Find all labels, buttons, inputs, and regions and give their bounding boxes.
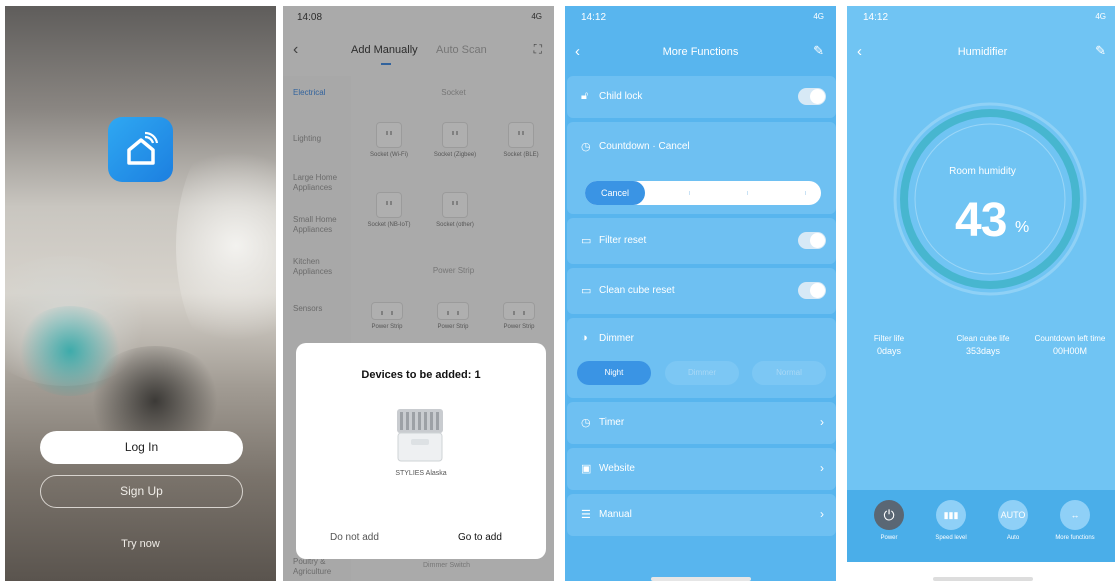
nav-bar: ‹ More Functions ✎ (565, 43, 836, 65)
more-functions-screen: 14:12 4G ‹ More Functions ✎ 🔓︎ Child loc… (565, 6, 836, 581)
page-title: More Functions (662, 46, 739, 58)
row-label: Website (599, 463, 635, 474)
dimmer-icon: ◑ (581, 332, 588, 344)
filter-reset-toggle[interactable] (798, 232, 826, 249)
status-time: 14:12 (581, 12, 607, 23)
filter-life-stat: Filter life 0days (849, 333, 929, 357)
child-lock-toggle[interactable] (798, 88, 826, 105)
auto-icon: AUTO (998, 500, 1028, 530)
stat-value: 0days (876, 346, 902, 356)
control-bar: ⏻ Power ▮▮▮ Speed level AUTO Auto ↔ More… (847, 490, 1115, 562)
app-logo (108, 117, 173, 182)
timer-row[interactable]: ◷ Timer › (567, 402, 836, 444)
status-signal: 4G (813, 12, 824, 21)
row-label: Countdown · Cancel (599, 141, 690, 152)
chevron-right-icon: › (820, 507, 824, 521)
stat-label: Filter life (873, 334, 905, 343)
control-label: Auto (1006, 535, 1020, 541)
reset-icon: ▭ (581, 285, 592, 297)
humidity-value: 43 (955, 194, 1007, 247)
status-time: 14:12 (863, 12, 889, 23)
humidifier-product-image (397, 409, 443, 462)
more-functions-button[interactable]: ↔ More functions (1045, 500, 1105, 541)
login-button[interactable]: Log In (40, 431, 243, 464)
dimmer-option-night[interactable]: Night (577, 361, 651, 385)
sheet-title: Devices to be added: 1 (361, 369, 481, 381)
stat-value: 00H00M (1052, 346, 1088, 356)
go-to-add-button[interactable]: Go to add (458, 532, 502, 543)
home-icon (126, 131, 158, 165)
website-icon: ▣ (581, 463, 592, 475)
clean-cube-reset-row: ▭ Clean cube reset (567, 268, 836, 314)
nav-bar: ‹ Humidifier ✎ (847, 43, 1115, 65)
home-indicator (650, 577, 751, 581)
reset-icon: ▭ (581, 235, 592, 247)
lock-icon: 🔓︎ (581, 90, 589, 102)
more-icon: ↔ (1060, 500, 1090, 530)
control-label: Power (880, 535, 898, 541)
row-label: Manual (599, 509, 632, 520)
home-indicator (932, 577, 1033, 581)
chevron-right-icon: › (820, 461, 824, 475)
humidity-unit: % (1015, 219, 1030, 236)
clean-cube-life-stat: Clean cube life 353days (943, 333, 1023, 357)
login-screen: Log In Sign Up Try now (5, 6, 276, 581)
auto-button[interactable]: AUTO Auto (983, 500, 1043, 541)
product-name: STYLIES Alaska (395, 470, 447, 477)
row-label: Filter reset (599, 235, 647, 246)
clean-cube-reset-toggle[interactable] (798, 282, 826, 299)
room-humidity-label: Room humidity (949, 166, 1016, 177)
stat-label: Clean cube life (956, 334, 1010, 343)
website-row[interactable]: ▣ Website › (567, 448, 836, 490)
status-signal: 4G (1095, 12, 1106, 21)
power-button[interactable]: ⏻ Power (859, 500, 919, 541)
power-icon: ⏻ (874, 500, 904, 530)
filter-reset-row: ▭ Filter reset (567, 218, 836, 264)
row-label: Child lock (599, 91, 643, 102)
app-screens-collage: Log In Sign Up Try now 14:08 4G ‹ Add Ma… (0, 0, 1115, 583)
manual-row[interactable]: ☰ Manual › (567, 494, 836, 536)
stat-label: Countdown left time (1034, 334, 1106, 343)
slider-tick (747, 191, 748, 195)
slider-knob[interactable]: Cancel (585, 181, 645, 205)
countdown-left-stat: Countdown left time 00H00M (1030, 333, 1110, 357)
dimmer-option-normal[interactable]: Normal (752, 361, 826, 385)
control-label: Speed level (935, 535, 967, 541)
background-photo (176, 126, 276, 366)
timer-icon: ◷ (581, 417, 591, 429)
countdown-state: Cancel (658, 141, 690, 152)
child-lock-row: 🔓︎ Child lock (567, 76, 836, 118)
control-label: More functions (1055, 535, 1095, 541)
speed-icon: ▮▮▮ (936, 500, 966, 530)
status-bar: 14:12 4G (847, 6, 1115, 28)
manual-icon: ☰ (581, 509, 591, 521)
edit-icon[interactable]: ✎ (1095, 43, 1106, 59)
try-now-link[interactable]: Try now (5, 538, 276, 550)
countdown-label: Countdown (599, 141, 650, 152)
slider-tick (689, 191, 690, 195)
row-label: Clean cube reset (599, 285, 675, 296)
status-bar: 14:12 4G (565, 6, 836, 28)
chevron-right-icon: › (820, 415, 824, 429)
edit-icon[interactable]: ✎ (813, 43, 824, 59)
signup-button[interactable]: Sign Up (40, 475, 243, 508)
add-device-screen: 14:08 4G ‹ Add Manually Auto Scan ⛶ Elec… (283, 6, 554, 581)
clock-icon: ◷ (581, 141, 591, 153)
row-label: Timer (599, 417, 625, 428)
dimmer-option-dimmer[interactable]: Dimmer (665, 361, 739, 385)
countdown-slider[interactable]: Cancel (585, 181, 821, 205)
stat-value: 353days (965, 346, 1001, 356)
do-not-add-button[interactable]: Do not add (330, 532, 379, 543)
dimmer-row: ◑ Dimmer Night Dimmer Normal (567, 318, 836, 398)
row-label: Dimmer (599, 333, 634, 344)
page-title: Humidifier (957, 46, 1008, 58)
devices-found-sheet: Devices to be added: 1 STYLIES Alaska Do… (296, 343, 546, 559)
speed-level-button[interactable]: ▮▮▮ Speed level (921, 500, 981, 541)
humidifier-screen: 14:12 4G ‹ Humidifier ✎ Room humidity 43… (847, 6, 1115, 581)
slider-tick (805, 191, 806, 195)
countdown-row: ◷ Countdown · Cancel Cancel (567, 122, 836, 214)
